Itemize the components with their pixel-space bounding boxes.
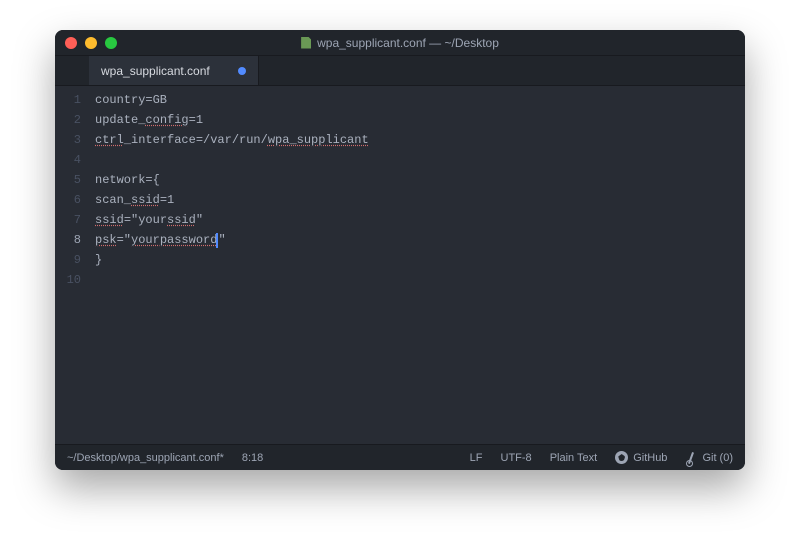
code-line[interactable]: network={ bbox=[95, 170, 745, 190]
close-icon[interactable] bbox=[65, 37, 77, 49]
status-git[interactable]: Git (0) bbox=[685, 452, 733, 464]
line-number[interactable]: 6 bbox=[55, 190, 95, 210]
titlebar[interactable]: wpa_supplicant.conf — ~/Desktop bbox=[55, 30, 745, 56]
code-line[interactable]: ctrl_interface=/var/run/wpa_supplicant bbox=[95, 130, 745, 150]
github-icon bbox=[615, 451, 628, 464]
status-cursor-pos[interactable]: 8:18 bbox=[242, 452, 263, 464]
git-branch-icon bbox=[685, 452, 697, 464]
code-line[interactable]: update_config=1 bbox=[95, 110, 745, 130]
code-line[interactable]: psk="yourpassword" bbox=[95, 230, 745, 250]
tab-label: wpa_supplicant.conf bbox=[101, 64, 210, 78]
editor-area[interactable]: 12345678910 country=GBupdate_config=1ctr… bbox=[55, 86, 745, 444]
text-cursor bbox=[216, 233, 218, 248]
status-line-ending[interactable]: LF bbox=[470, 452, 483, 464]
code-line[interactable]: country=GB bbox=[95, 90, 745, 110]
gutter: 12345678910 bbox=[55, 86, 95, 444]
code-line[interactable] bbox=[95, 270, 745, 290]
window-title-text: wpa_supplicant.conf — ~/Desktop bbox=[317, 36, 499, 50]
status-github[interactable]: GitHub bbox=[615, 451, 667, 464]
tab-file[interactable]: wpa_supplicant.conf bbox=[89, 56, 259, 85]
line-number[interactable]: 1 bbox=[55, 90, 95, 110]
line-number[interactable]: 10 bbox=[55, 270, 95, 290]
code-line[interactable] bbox=[95, 150, 745, 170]
line-number[interactable]: 7 bbox=[55, 210, 95, 230]
editor-window: wpa_supplicant.conf — ~/Desktop wpa_supp… bbox=[55, 30, 745, 470]
status-bar: ~/Desktop/wpa_supplicant.conf* 8:18 LF U… bbox=[55, 444, 745, 470]
window-controls bbox=[65, 37, 117, 49]
code-line[interactable]: ssid="yourssid" bbox=[95, 210, 745, 230]
window-title: wpa_supplicant.conf — ~/Desktop bbox=[55, 36, 745, 50]
tab-bar: wpa_supplicant.conf bbox=[55, 56, 745, 86]
line-number[interactable]: 9 bbox=[55, 250, 95, 270]
zoom-icon[interactable] bbox=[105, 37, 117, 49]
status-grammar[interactable]: Plain Text bbox=[550, 452, 598, 464]
dirty-indicator-icon[interactable] bbox=[238, 67, 246, 75]
status-encoding[interactable]: UTF-8 bbox=[501, 452, 532, 464]
line-number[interactable]: 8 bbox=[55, 230, 95, 250]
file-icon bbox=[301, 37, 311, 49]
code-line[interactable]: scan_ssid=1 bbox=[95, 190, 745, 210]
line-number[interactable]: 2 bbox=[55, 110, 95, 130]
status-git-label: Git (0) bbox=[702, 452, 733, 464]
status-filepath[interactable]: ~/Desktop/wpa_supplicant.conf* bbox=[67, 452, 224, 464]
status-github-label: GitHub bbox=[633, 452, 667, 464]
code-line[interactable]: } bbox=[95, 250, 745, 270]
line-number[interactable]: 5 bbox=[55, 170, 95, 190]
minimize-icon[interactable] bbox=[85, 37, 97, 49]
line-number[interactable]: 4 bbox=[55, 150, 95, 170]
line-number[interactable]: 3 bbox=[55, 130, 95, 150]
code-content[interactable]: country=GBupdate_config=1ctrl_interface=… bbox=[95, 86, 745, 444]
